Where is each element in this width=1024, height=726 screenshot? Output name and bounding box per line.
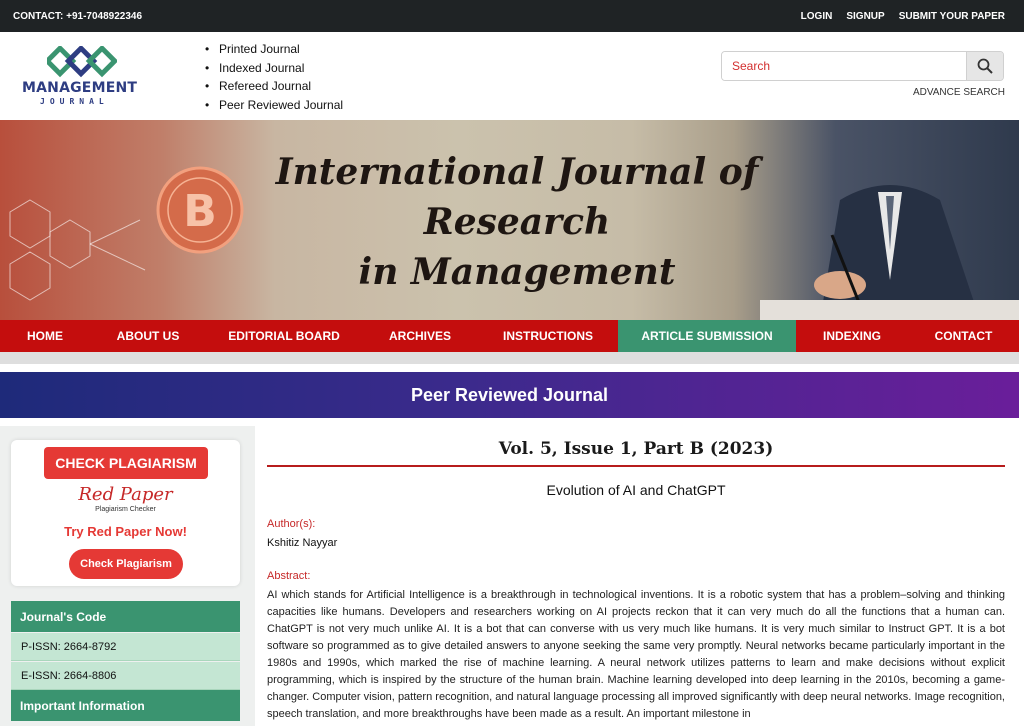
businessman-writing-icon — [760, 185, 1019, 320]
logo-subtitle: JOURNAL — [40, 97, 109, 106]
pissn-row: P-ISSN: 2664-8792 — [11, 633, 240, 661]
important-info-heading[interactable]: Important Information — [11, 690, 240, 721]
top-links: LOGIN SIGNUP SUBMIT YOUR PAPER — [801, 11, 1005, 22]
logo-name: MANAGEMENT — [22, 80, 138, 96]
nav-about-us[interactable]: ABOUT US — [90, 320, 206, 352]
nav-editorial-board[interactable]: EDITORIAL BOARD — [206, 320, 362, 352]
journal-features-list: Printed Journal Indexed Journal Refereed… — [205, 40, 343, 114]
nav-contact[interactable]: CONTACT — [908, 320, 1019, 352]
banner-title-line: International Journal of — [275, 151, 759, 193]
nav-indexing[interactable]: INDEXING — [796, 320, 908, 352]
site-header: MANAGEMENT JOURNAL Printed Journal Index… — [0, 32, 1024, 120]
contact-phone: CONTACT: +91-7048922346 — [13, 11, 143, 22]
check-plagiarism-pill-button[interactable]: Check Plagiarism — [69, 549, 183, 579]
login-link[interactable]: LOGIN — [801, 11, 833, 22]
journal-logo[interactable]: MANAGEMENT JOURNAL — [22, 46, 147, 108]
heading-divider — [267, 465, 1005, 467]
feature-item: Indexed Journal — [205, 59, 343, 78]
nav-archives[interactable]: ARCHIVES — [362, 320, 478, 352]
search-input[interactable] — [722, 52, 968, 80]
eissn-row: E-ISSN: 2664-8806 — [11, 662, 240, 690]
volume-heading: Vol. 5, Issue 1, Part B (2023) — [498, 439, 774, 459]
hero-banner: B International Journal of Research in M… — [0, 120, 1019, 320]
article-content: Vol. 5, Issue 1, Part B (2023) Evolution… — [267, 426, 1005, 726]
try-redpaper-text: Try Red Paper Now! — [64, 524, 187, 539]
main-nav: HOME ABOUT US EDITORIAL BOARD ARCHIVES I… — [0, 320, 1019, 352]
abstract-text: AI which stands for Artificial Intellige… — [267, 589, 1005, 720]
bitcoin-coin-icon: B — [156, 166, 244, 254]
plagiarism-card: CHECK PLAGIARISM Red Paper Plagiarism Ch… — [11, 440, 240, 586]
nav-article-submission[interactable]: ARTICLE SUBMISSION — [618, 320, 796, 352]
peer-reviewed-band: Peer Reviewed Journal — [0, 372, 1019, 418]
submit-paper-link[interactable]: SUBMIT YOUR PAPER — [899, 11, 1005, 22]
search-icon — [977, 58, 993, 74]
check-plagiarism-button[interactable]: CHECK PLAGIARISM — [44, 447, 208, 479]
feature-item: Refereed Journal — [205, 77, 343, 96]
redpaper-logo[interactable]: Red Paper — [11, 484, 240, 505]
abstract-label: Abstract: — [267, 570, 311, 582]
feature-item: Peer Reviewed Journal — [205, 96, 343, 115]
feature-item: Printed Journal — [205, 40, 343, 59]
authors-label: Author(s): — [267, 518, 316, 530]
svg-text:B: B — [183, 186, 217, 237]
journal-code-heading: Journal's Code — [11, 601, 240, 632]
logo-knot-icon — [47, 46, 117, 78]
nav-instructions[interactable]: INSTRUCTIONS — [478, 320, 618, 352]
nav-shadow-strip — [0, 352, 1019, 364]
banner-title-line: Research — [423, 201, 611, 243]
nav-home[interactable]: HOME — [0, 320, 90, 352]
redpaper-tagline: Plagiarism Checker — [95, 506, 156, 513]
signup-link[interactable]: SIGNUP — [846, 11, 884, 22]
sidebar: CHECK PLAGIARISM Red Paper Plagiarism Ch… — [0, 426, 255, 726]
banner-title: International Journal of Research in Man… — [262, 147, 772, 297]
circuit-pattern-icon — [9, 199, 146, 301]
authors-value[interactable]: Kshitiz Nayyar — [267, 537, 337, 549]
search-box — [721, 51, 1004, 81]
advance-search-link[interactable]: ADVANCE SEARCH — [913, 87, 1005, 98]
band-label: Peer Reviewed Journal — [410, 384, 609, 405]
article-title: Evolution of AI and ChatGPT — [546, 482, 726, 498]
banner-title-line: in Management — [358, 251, 676, 293]
top-bar: CONTACT: +91-7048922346 LOGIN SIGNUP SUB… — [0, 0, 1024, 32]
search-button[interactable] — [966, 52, 1003, 80]
